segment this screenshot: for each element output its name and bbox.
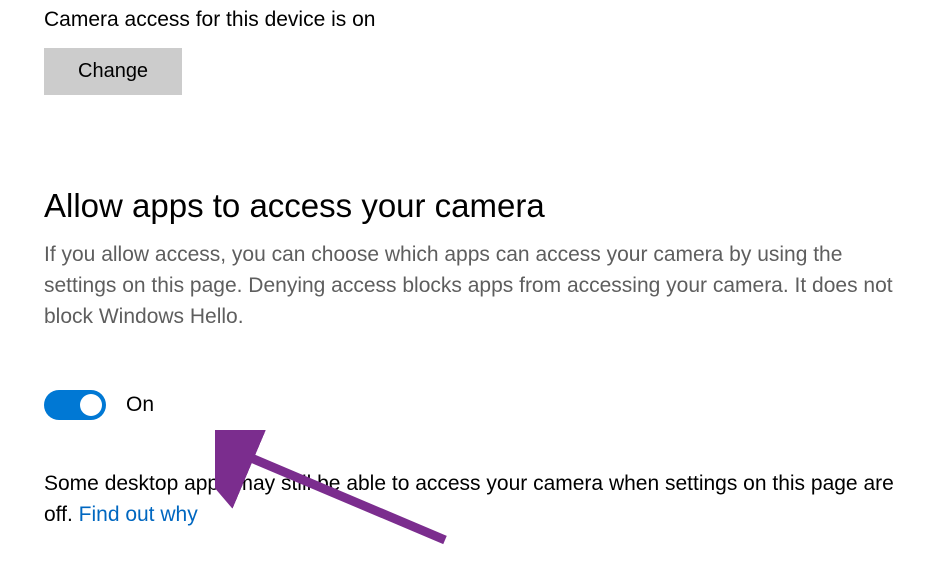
find-out-why-link[interactable]: Find out why bbox=[79, 503, 198, 526]
device-access-status: Camera access for this device is on bbox=[44, 8, 894, 32]
change-button[interactable]: Change bbox=[44, 48, 182, 95]
allow-apps-toggle[interactable] bbox=[44, 390, 106, 420]
allow-apps-toggle-row: On bbox=[44, 390, 894, 420]
allow-apps-heading: Allow apps to access your camera bbox=[44, 187, 894, 225]
toggle-state-label: On bbox=[126, 393, 154, 417]
desktop-apps-note: Some desktop apps may still be able to a… bbox=[44, 468, 894, 530]
allow-apps-description: If you allow access, you can choose whic… bbox=[44, 239, 894, 332]
toggle-knob-icon bbox=[80, 394, 102, 416]
